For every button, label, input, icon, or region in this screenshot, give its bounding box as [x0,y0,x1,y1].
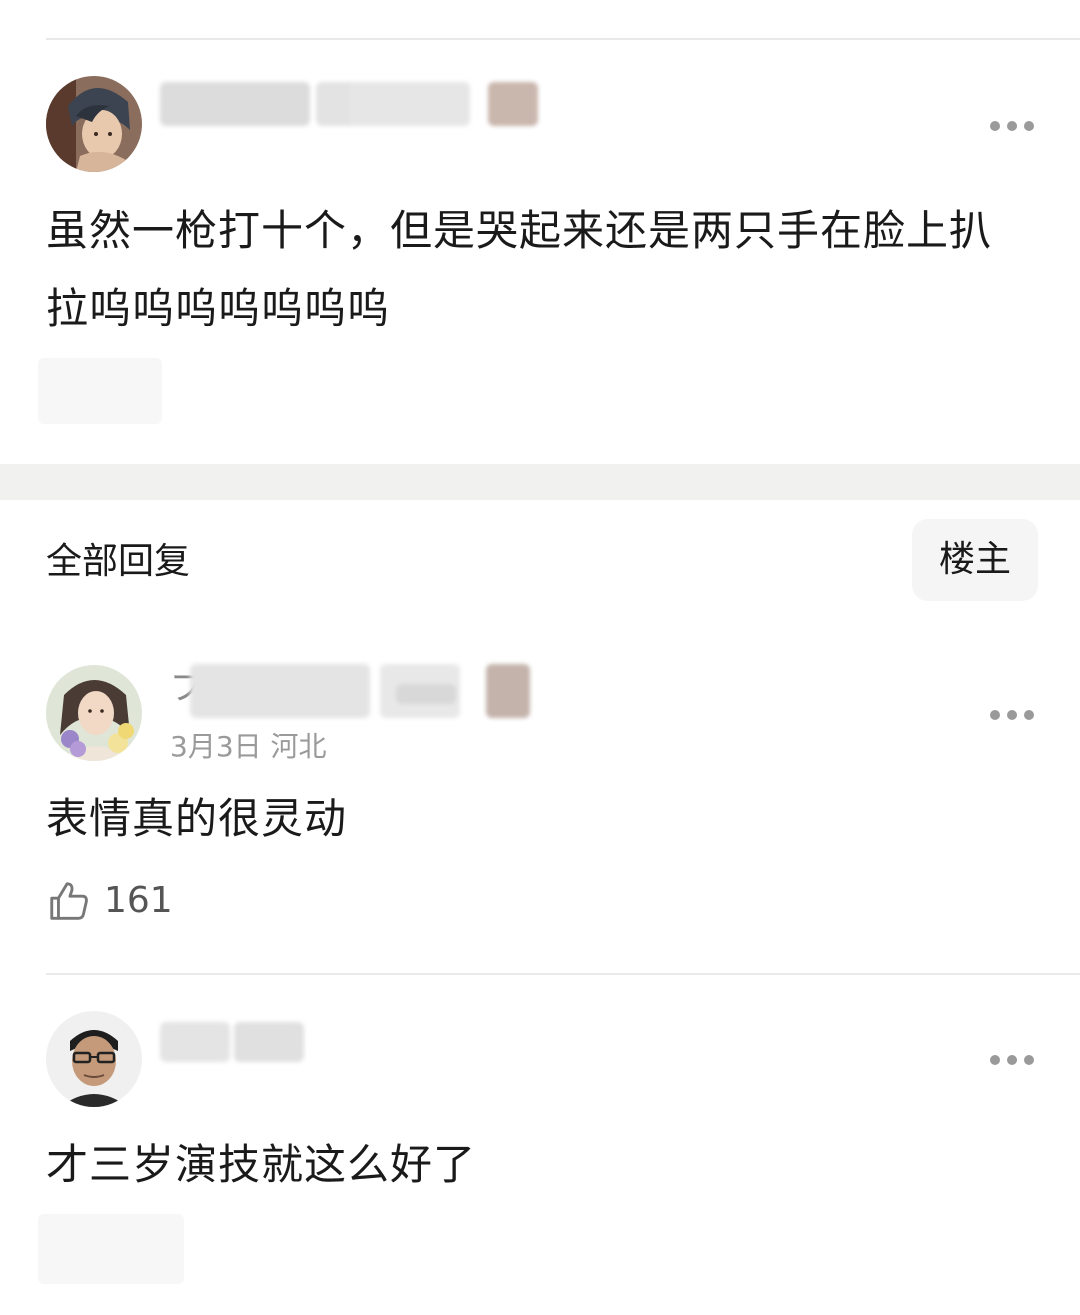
reply-2-avatar[interactable] [46,1011,142,1107]
reply-1-text: 表情真的很灵动 [46,794,348,843]
reply-1-like-count: 161 [104,880,173,921]
user-avatar-icon [46,665,142,761]
reply-divider [46,973,1080,975]
reply-1-avatar[interactable] [46,665,142,761]
reply-1-more-dots-icon[interactable] [990,708,1034,722]
replies-section-title: 全部回复 [46,541,191,582]
main-post-username-blurred[interactable] [150,82,550,126]
comment-thread-page: 虽然一枪打十个，但是哭起来还是两只手在脸上扒拉呜呜呜呜呜呜呜 全部回复 楼主 ブ… [0,0,1080,1315]
user-avatar-icon [46,1011,142,1107]
main-post-text: 虽然一枪打十个，但是哭起来还是两只手在脸上扒拉呜呜呜呜呜呜呜 [46,206,993,333]
main-post-avatar[interactable] [46,76,142,172]
main-post-faint-placeholder [38,358,162,424]
user-avatar-icon [46,76,142,172]
section-separator [0,464,1080,500]
reply-2-more-dots-icon[interactable] [990,1053,1034,1067]
reply-2-faint-placeholder [38,1214,184,1284]
reply-1-username-blurred[interactable] [190,664,540,718]
reply-1-like-button[interactable]: 161 [46,878,173,924]
reply-2-text: 才三岁演技就这么好了 [46,1140,477,1189]
reply-2-username-blurred[interactable] [160,1022,310,1062]
top-divider [46,38,1080,40]
thumbs-up-icon [50,882,88,920]
reply-1-meta: 3月3日 河北 [170,730,327,763]
op-only-filter-button[interactable]: 楼主 [912,519,1038,601]
main-post-more-dots-icon[interactable] [990,119,1034,133]
